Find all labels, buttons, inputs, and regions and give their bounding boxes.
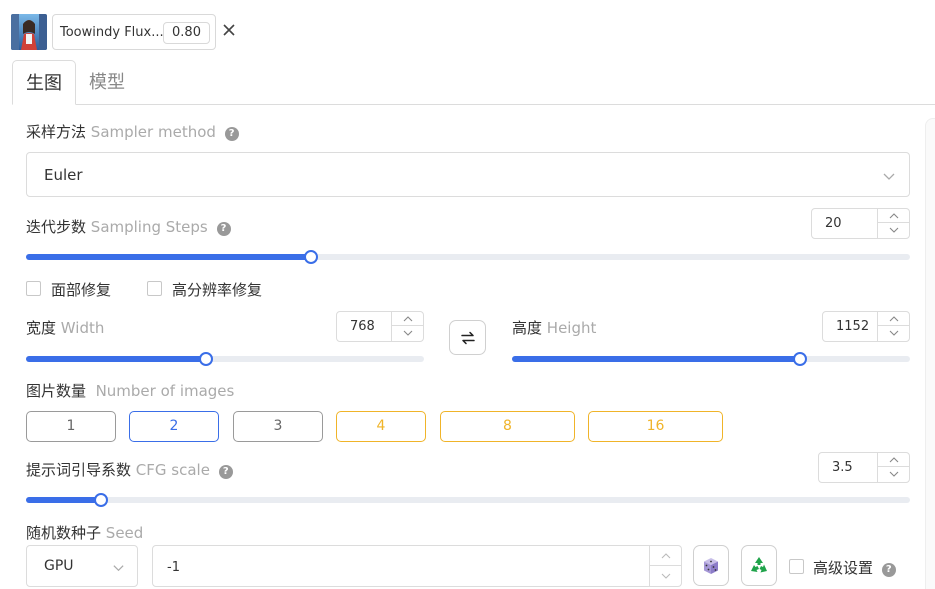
stepper-down-button[interactable] [392,326,423,340]
help-icon[interactable]: ? [216,222,231,236]
height-stepper[interactable]: 1152 [822,311,910,342]
height-label-zh: 高度 [512,319,543,337]
width-slider[interactable] [26,352,424,366]
width-label: 宽度 Width [26,317,104,338]
stepper-buttons [391,312,423,341]
dice-icon [704,557,718,574]
stepper-up-button[interactable] [392,312,423,326]
steps-slider-thumb[interactable] [303,250,318,264]
width-label-zh: 宽度 [26,319,57,337]
tab-divider [75,104,935,105]
width-stepper[interactable]: 768 [336,311,424,342]
cfg-slider[interactable] [26,493,910,507]
face-restore-checkbox[interactable] [26,281,41,296]
stepper-up-button[interactable] [650,546,681,566]
sampler-label: 采样方法 Sampler method ? [26,121,239,142]
height-slider-thumb[interactable] [793,352,808,366]
num-images-label: 图片数量 Number of images [26,380,234,401]
scrollbar[interactable] [925,118,935,589]
lora-name: Toowindy Flux... [60,25,164,40]
sampler-label-en: Sampler method [90,123,216,141]
seed-device-select[interactable]: GPU [26,545,138,587]
sampler-value: Euler [44,166,83,184]
stepper-down-button[interactable] [878,467,909,481]
height-label: 高度 Height [512,317,596,338]
tab-model[interactable]: 模型 [89,60,125,105]
chevron-down-icon [112,559,125,572]
num-images-option-2[interactable]: 2 [129,411,219,442]
cfg-slider-fill [26,497,102,503]
seed-label-zh: 随机数种子 [26,524,102,542]
seed-value: -1 [167,560,180,575]
lora-weight-input[interactable]: 0.80 [163,22,210,44]
seed-device-value: GPU [44,558,74,574]
hires-fix-label: 高分辨率修复 [172,281,263,299]
seed-input[interactable]: -1 [152,545,682,587]
face-restore-label: 面部修复 [51,281,112,299]
lora-thumbnail[interactable] [11,14,47,50]
cfg-label: 提示词引导系数 CFG scale ? [26,459,233,480]
height-slider-fill [512,356,801,362]
steps-label: 迭代步数 Sampling Steps ? [26,216,231,237]
stepper-buttons [877,312,909,341]
cfg-slider-thumb[interactable] [94,493,109,507]
advanced-settings-checkbox[interactable] [789,559,804,574]
num-images-option-16[interactable]: 16 [588,411,723,442]
swap-dimensions-button[interactable] [449,320,486,355]
stepper-buttons [877,209,909,238]
num-images-label-en: Number of images [95,382,235,400]
stepper-up-button[interactable] [878,453,909,467]
help-icon[interactable]: ? [218,465,233,479]
sampler-label-zh: 采样方法 [26,123,87,141]
width-label-en: Width [60,319,105,337]
height-slider[interactable] [512,352,910,366]
steps-stepper[interactable]: 20 [811,208,910,239]
close-icon[interactable] [222,22,236,36]
help-icon[interactable]: ? [881,563,896,577]
stepper-buttons [877,453,909,482]
recycle-icon [751,556,767,572]
height-value: 1152 [836,319,870,334]
random-seed-button[interactable] [693,545,729,586]
lora-chip: Toowindy Flux... 0.80 [52,14,216,50]
width-slider-thumb[interactable] [198,352,213,366]
stepper-down-button[interactable] [878,223,909,237]
num-images-option-3[interactable]: 3 [233,411,323,442]
cfg-stepper[interactable]: 3.5 [818,452,910,483]
width-value: 768 [350,319,375,334]
help-icon[interactable]: ? [224,127,239,141]
stepper-down-button[interactable] [878,326,909,340]
steps-slider-fill [26,254,311,260]
steps-value: 20 [825,216,842,231]
reuse-seed-button[interactable] [741,545,777,586]
cfg-label-en: CFG scale [135,461,210,479]
stepper-up-button[interactable] [878,209,909,223]
num-images-option-1[interactable]: 1 [26,411,116,442]
num-images-label-zh: 图片数量 [26,382,87,400]
stepper-buttons [649,546,681,586]
num-images-option-4[interactable]: 4 [336,411,426,442]
seed-label: 随机数种子 Seed [26,522,143,543]
width-slider-fill [26,356,206,362]
cfg-label-zh: 提示词引导系数 [26,461,132,479]
steps-label-zh: 迭代步数 [26,218,87,236]
stepper-down-button[interactable] [650,566,681,586]
chevron-down-icon [882,168,896,182]
hires-fix-checkbox[interactable] [147,281,162,296]
height-label-en: Height [546,319,597,337]
seed-label-en: Seed [105,524,144,542]
tab-generate[interactable]: 生图 [12,60,76,105]
swap-icon [460,331,475,344]
steps-slider[interactable] [26,250,910,264]
sampler-select[interactable]: Euler [26,152,910,197]
advanced-settings-text: 高级设置 [813,559,874,577]
cfg-value: 3.5 [832,460,853,475]
steps-label-en: Sampling Steps [90,218,208,236]
advanced-settings-label: 高级设置 ? [813,557,896,578]
stepper-up-button[interactable] [878,312,909,326]
num-images-option-8[interactable]: 8 [440,411,575,442]
